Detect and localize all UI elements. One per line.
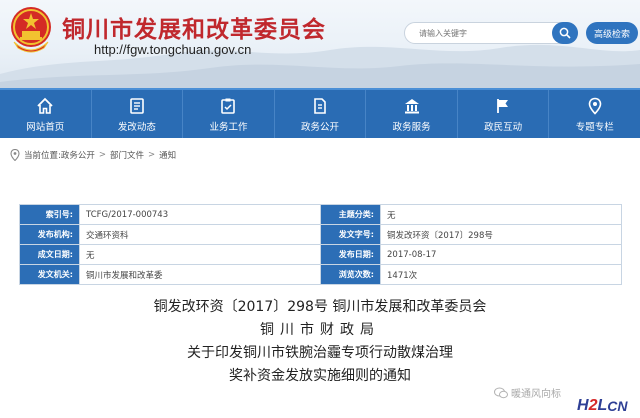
location-pin-icon xyxy=(10,149,20,161)
wechat-watermark: 暖通风向标 xyxy=(494,385,561,400)
nav-label: 政务服务 xyxy=(392,121,431,133)
national-emblem-icon xyxy=(11,7,51,53)
table-row: 发文机关: 铜川市发展和改革委 浏览次数: 1471次 xyxy=(19,264,622,285)
h2l-logo: H 2 L CN xyxy=(577,397,628,414)
table-row: 索引号: TCFG/2017-000743 主题分类: 无 xyxy=(19,204,622,225)
nav-item-services[interactable]: 政务服务 xyxy=(366,90,458,138)
document-title-line: 铜川市财政局 xyxy=(260,322,380,338)
document-info-table: 索引号: TCFG/2017-000743 主题分类: 无 发布机构: 交通环资… xyxy=(19,204,622,285)
breadcrumb-prefix: 当前位置: xyxy=(24,151,61,161)
wechat-icon xyxy=(494,387,508,398)
advanced-search-button[interactable]: 高级检索 xyxy=(586,22,638,44)
breadcrumb-item-public-affairs[interactable]: 政务公开 xyxy=(61,149,95,161)
breadcrumb: 当前位置: 政务公开 > 部门文件 > 通知 xyxy=(0,144,640,166)
nav-label: 发改动态 xyxy=(117,121,156,133)
nav-label: 专题专栏 xyxy=(575,121,614,133)
document-number-label: 发文字号: xyxy=(320,224,381,245)
table-row: 发布机构: 交通环资科 发文字号: 铜发改环资〔2017〕298号 xyxy=(19,224,622,245)
publish-date-label: 发布日期: xyxy=(320,244,381,265)
topic-category-label: 主题分类: xyxy=(320,204,381,225)
nav-label: 政民互动 xyxy=(484,121,523,133)
nav-item-home[interactable]: 网站首页 xyxy=(0,90,92,138)
site-url[interactable]: http://fgw.tongchuan.gov.cn xyxy=(94,42,251,57)
document-icon xyxy=(314,97,326,114)
topic-category-value: 无 xyxy=(380,204,622,225)
nav-label: 业务工作 xyxy=(209,121,248,133)
clipboard-icon xyxy=(221,98,236,114)
issuing-authority-label: 发文机关: xyxy=(19,264,80,285)
wechat-account-name: 暖通风向标 xyxy=(511,389,561,400)
creation-date-label: 成文日期: xyxy=(19,244,80,265)
breadcrumb-separator: > xyxy=(98,150,107,160)
view-count-value: 1471次 xyxy=(380,264,622,285)
publishing-org-value: 交通环资科 xyxy=(79,224,321,245)
view-count-label: 浏览次数: xyxy=(320,264,381,285)
nav-label: 网站首页 xyxy=(26,121,65,133)
building-icon xyxy=(404,98,419,113)
news-icon xyxy=(130,97,144,114)
index-number-value: TCFG/2017-000743 xyxy=(79,204,321,225)
nav-label: 政务公开 xyxy=(301,121,340,133)
site-title: 铜川市发展和改革委员会 xyxy=(62,17,326,43)
index-number-label: 索引号: xyxy=(19,204,80,225)
nav-item-news[interactable]: 发改动态 xyxy=(92,90,184,138)
nav-item-business[interactable]: 业务工作 xyxy=(183,90,275,138)
breadcrumb-item-notice[interactable]: 通知 xyxy=(159,149,176,161)
document-title: 铜发改环资〔2017〕298号 铜川市发展和改革委员会 铜川市财政局 关于印发铜… xyxy=(0,296,640,388)
nav-item-special-topics[interactable]: 专题专栏 xyxy=(549,90,640,138)
breadcrumb-separator: > xyxy=(148,150,156,160)
publishing-org-label: 发布机构: xyxy=(19,224,80,245)
search-icon xyxy=(559,27,571,39)
breadcrumb-item-department-docs[interactable]: 部门文件 xyxy=(110,149,144,161)
flag-icon xyxy=(497,98,509,113)
creation-date-value: 无 xyxy=(79,244,321,265)
document-title-line: 铜发改环资〔2017〕298号 铜川市发展和改革委员会 xyxy=(153,299,487,315)
search-button[interactable] xyxy=(552,22,578,44)
home-icon xyxy=(37,97,53,114)
table-row: 成文日期: 无 发布日期: 2017-08-17 xyxy=(19,244,622,265)
document-title-line: 关于印发铜川市铁腕治霾专项行动散煤治理 xyxy=(187,345,453,361)
nav-item-interaction[interactable]: 政民互动 xyxy=(458,90,550,138)
site-header: 铜川市发展和改革委员会 http://fgw.tongchuan.gov.cn … xyxy=(0,0,640,88)
nav-item-public-affairs[interactable]: 政务公开 xyxy=(275,90,367,138)
main-nav: 网站首页 发改动态 业务工作 政务公开 政务服务 政民互动 专题专栏 xyxy=(0,88,640,138)
search-input[interactable] xyxy=(419,24,543,42)
publish-date-value: 2017-08-17 xyxy=(380,244,622,265)
issuing-authority-value: 铜川市发展和改革委 xyxy=(79,264,321,285)
search-box xyxy=(404,22,578,44)
document-number-value: 铜发改环资〔2017〕298号 xyxy=(380,224,622,245)
pin-icon xyxy=(588,97,602,115)
